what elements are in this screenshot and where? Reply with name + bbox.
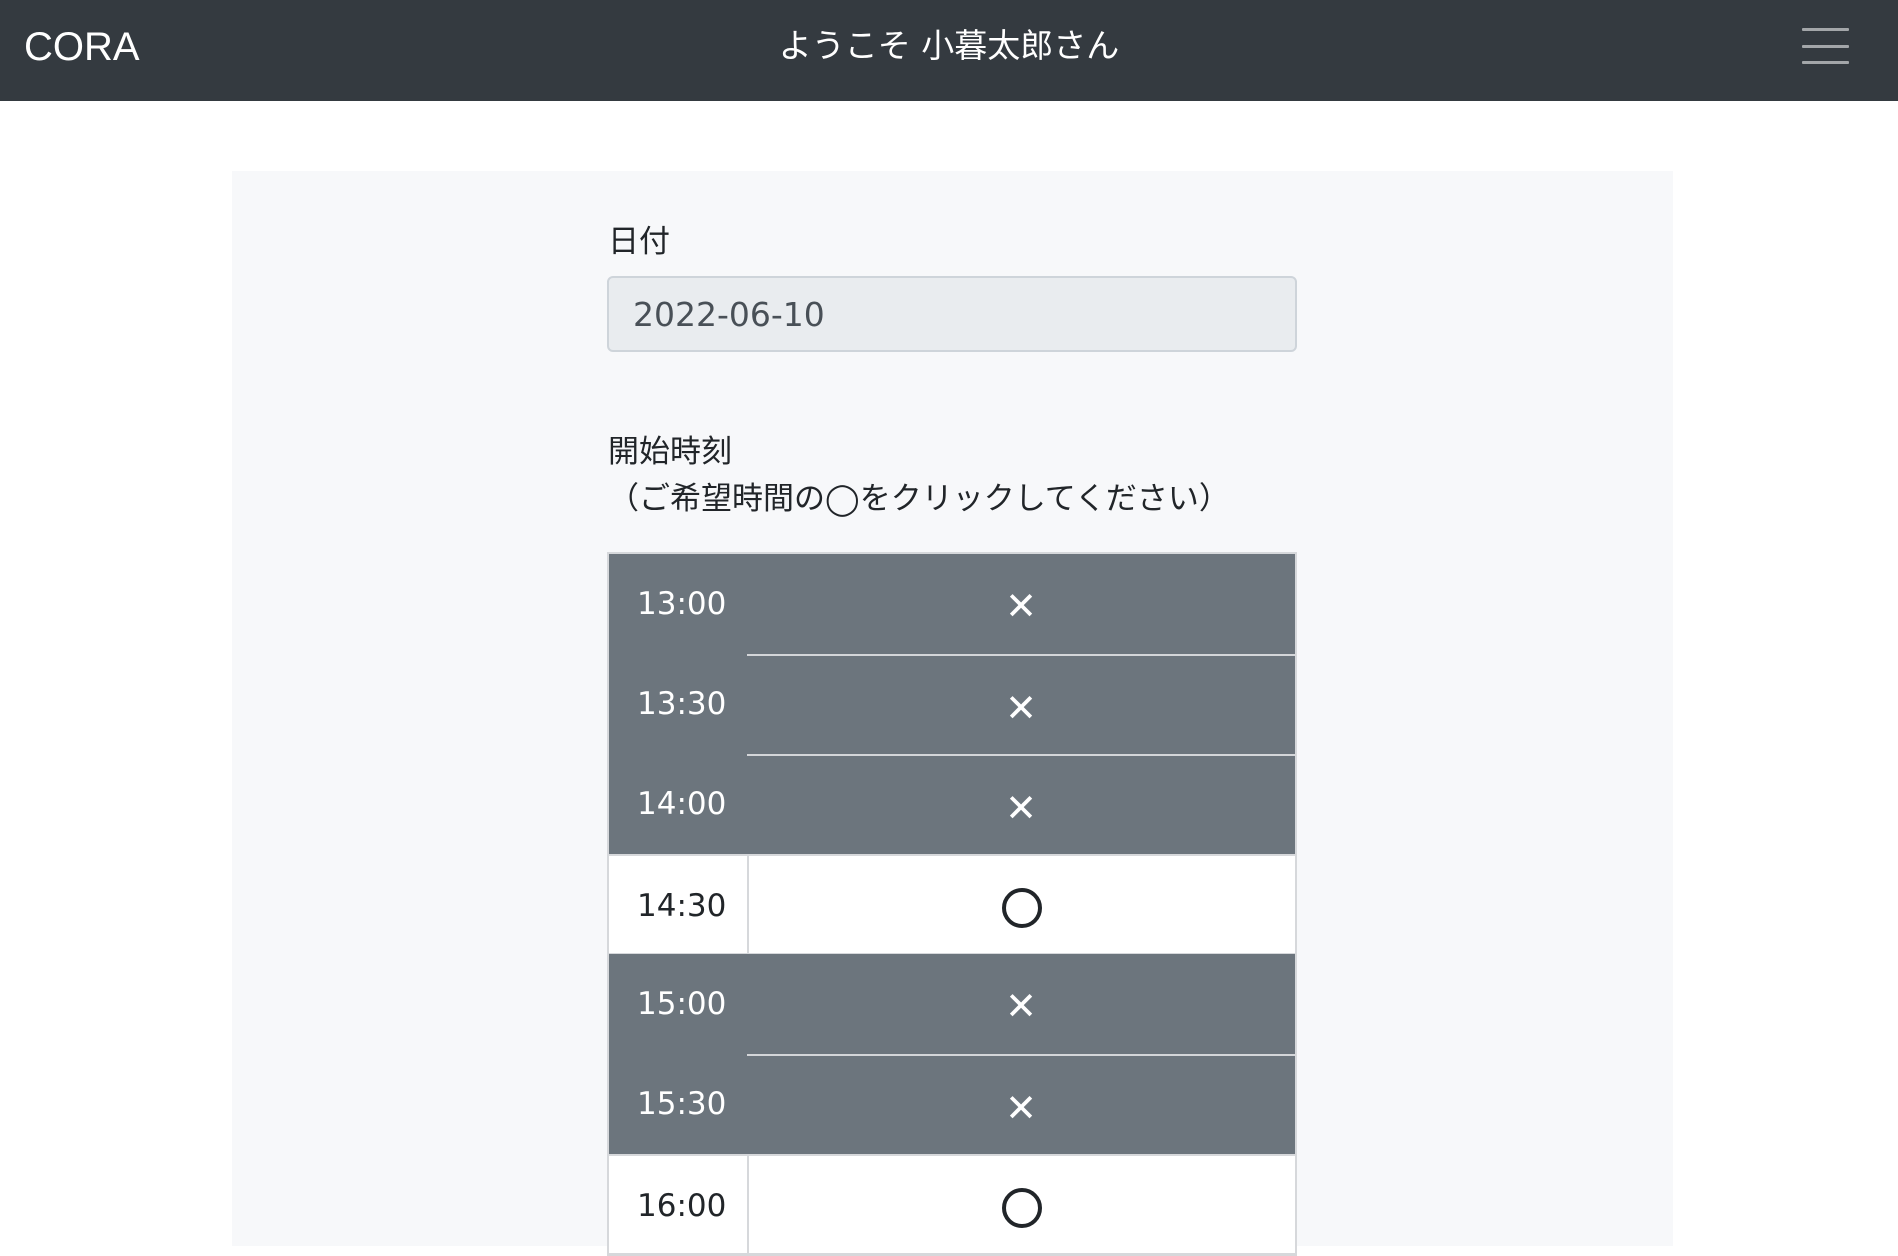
time-slot-row[interactable]: 14:30	[609, 854, 1295, 954]
time-slot-table: 13:00 ✕ 13:30 ✕ 14:00 ✕ 14:30 15:00 ✕ 15:30 ✕ 16:00	[607, 552, 1297, 1256]
time-slot-row: 13:30 ✕	[609, 654, 1295, 754]
unavailable-slot-mark: ✕	[747, 1054, 1295, 1154]
cross-icon: ✕	[1005, 984, 1037, 1028]
unavailable-slot-mark: ✕	[747, 754, 1295, 854]
time-slot-row: 13:00 ✕	[609, 554, 1295, 654]
time-slot-label: 15:00	[637, 986, 727, 1022]
available-slot-button[interactable]	[747, 856, 1295, 953]
time-slot-row: 14:00 ✕	[609, 754, 1295, 854]
time-slot-row: 15:30 ✕	[609, 1054, 1295, 1154]
available-slot-button[interactable]	[747, 1156, 1295, 1253]
time-slot-row[interactable]: 16:00	[609, 1154, 1295, 1254]
welcome-message: ようこそ 小暮太郎さん	[778, 26, 1120, 65]
time-slot-row: 15:00 ✕	[609, 954, 1295, 1054]
start-time-label: 開始時刻	[608, 434, 732, 470]
time-slot-label: 13:00	[637, 586, 727, 622]
cross-icon: ✕	[1005, 786, 1037, 830]
hamburger-icon-line	[1802, 61, 1849, 64]
cross-icon: ✕	[1005, 584, 1037, 628]
unavailable-slot-mark: ✕	[747, 954, 1295, 1054]
time-slot-label: 13:30	[637, 686, 727, 722]
start-time-hint: （ご希望時間の◯をクリックしてください）	[608, 481, 1230, 517]
unavailable-slot-mark: ✕	[747, 654, 1295, 754]
circle-icon	[1002, 888, 1042, 928]
time-slot-label: 15:30	[637, 1086, 727, 1122]
unavailable-slot-mark: ✕	[747, 554, 1295, 654]
cross-icon: ✕	[1005, 686, 1037, 730]
time-slot-label: 14:30	[637, 888, 727, 924]
cross-icon: ✕	[1005, 1086, 1037, 1130]
hamburger-icon	[1802, 28, 1849, 31]
circle-icon	[1002, 1188, 1042, 1228]
hamburger-menu-button[interactable]	[1786, 20, 1862, 78]
time-slot-label: 16:00	[637, 1188, 727, 1224]
time-slot-label: 14:00	[637, 786, 727, 822]
hamburger-icon-line	[1802, 45, 1849, 48]
brand-link[interactable]: CORA	[24, 0, 140, 101]
date-field[interactable]	[607, 276, 1297, 352]
navbar: CORA ようこそ 小暮太郎さん	[0, 0, 1898, 101]
date-label: 日付	[608, 224, 670, 260]
